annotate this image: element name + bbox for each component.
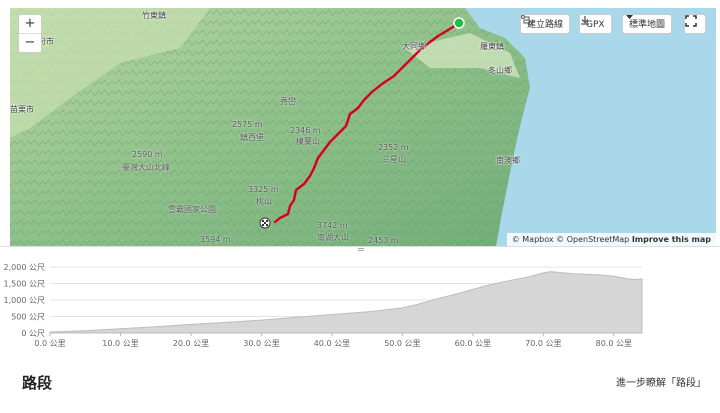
peak-label: 3742 m xyxy=(317,221,348,230)
place-label: 苗栗市 xyxy=(10,105,34,114)
elevation-profile-chart[interactable]: 0 公尺 500 公尺 1,000 公尺 1,500 公尺 2,000 公尺 0.0 公… xyxy=(0,253,720,353)
x-tick-label: 30.0 公里 xyxy=(243,339,279,348)
feature-label: 秀巒 xyxy=(280,97,296,106)
map-attribution: © Mapbox © OpenStreetMap Improve this ma… xyxy=(506,233,716,246)
x-tick-label: 60.0 公里 xyxy=(455,339,491,348)
peak-label: 2590 m xyxy=(132,150,163,159)
place-label: 南澳鄉 xyxy=(496,156,520,165)
x-tick-label: 10.0 公里 xyxy=(102,339,138,348)
osm-attribution-link[interactable]: © OpenStreetMap xyxy=(556,235,629,244)
learn-more-segments-link[interactable]: 進一步瞭解「路段」 xyxy=(616,374,706,389)
y-tick-label: 500 公尺 xyxy=(11,313,45,322)
create-route-button[interactable]: 建立路線 xyxy=(520,14,571,34)
download-icon xyxy=(581,16,589,25)
elevation-area xyxy=(49,271,643,334)
peak-label: 2453 m xyxy=(368,236,399,245)
map-style-label: 標準地圖 xyxy=(629,20,666,30)
map-style-select[interactable]: 標準地圖 xyxy=(622,14,673,34)
feature-label: 棲蘭山 xyxy=(296,137,320,146)
y-tick-label: 1,500 公尺 xyxy=(4,280,45,289)
route-map[interactable]: 竹東鎮 頭份市 苗栗市 大同鄉 羅東鎮 冬山鄉 南澳鄉 2575 m 2346 … xyxy=(10,8,716,246)
peak-label: 2575 m xyxy=(232,120,263,129)
resize-handle[interactable] xyxy=(0,246,720,253)
place-label: 羅東鎮 xyxy=(480,42,504,51)
caret-down-icon xyxy=(626,15,633,19)
x-tick-label: 50.0 公里 xyxy=(384,339,420,348)
y-tick-label: 0 公尺 xyxy=(21,329,45,338)
terrain-map xyxy=(10,8,716,246)
segments-heading: 路段 xyxy=(22,374,53,392)
x-tick-label: 80.0 公里 xyxy=(596,339,632,348)
mapbox-attribution-link[interactable]: © Mapbox xyxy=(512,235,554,244)
y-tick-label: 2,000 公尺 xyxy=(4,263,45,272)
feature-label: 三星山 xyxy=(382,155,406,164)
zoom-out-button[interactable]: − xyxy=(19,33,41,52)
y-tick-label: 1,000 公尺 xyxy=(4,296,45,305)
x-tick-label: 40.0 公里 xyxy=(314,339,350,348)
improve-map-link[interactable]: Improve this map xyxy=(632,235,711,244)
gpx-download-button[interactable]: GPX xyxy=(579,14,612,34)
grip-icon xyxy=(358,248,364,251)
x-tick-label: 20.0 公里 xyxy=(173,339,209,348)
zoom-in-button[interactable]: + xyxy=(19,15,41,33)
feature-label: 雪霸國家公園 xyxy=(168,205,216,214)
finish-flag-icon[interactable] xyxy=(259,217,271,229)
feature-label: 鎮西堡 xyxy=(240,133,264,142)
peak-label: 2352 m xyxy=(378,143,409,152)
feature-label: 南湖大山 xyxy=(317,233,349,242)
feature-label: 桃山 xyxy=(256,197,272,206)
fullscreen-icon xyxy=(685,15,697,27)
peak-label: 3325 m xyxy=(248,185,279,194)
place-label: 竹東鎮 xyxy=(142,11,166,20)
route-icon xyxy=(521,15,532,25)
place-label: 冬山鄉 xyxy=(488,66,512,75)
x-tick-label: 70.0 公里 xyxy=(525,339,561,348)
x-tick-label: 0.0 公里 xyxy=(34,339,65,348)
peak-label: 2346 m xyxy=(290,126,321,135)
place-label: 大同鄉 xyxy=(402,42,426,51)
zoom-control: + − xyxy=(18,14,42,53)
create-route-label: 建立路線 xyxy=(527,20,564,30)
fullscreen-button[interactable] xyxy=(684,14,706,34)
start-marker-icon[interactable] xyxy=(453,17,465,29)
feature-label: 臺灣大山北峰 xyxy=(122,163,170,172)
peak-label: 3594 m xyxy=(200,235,231,244)
